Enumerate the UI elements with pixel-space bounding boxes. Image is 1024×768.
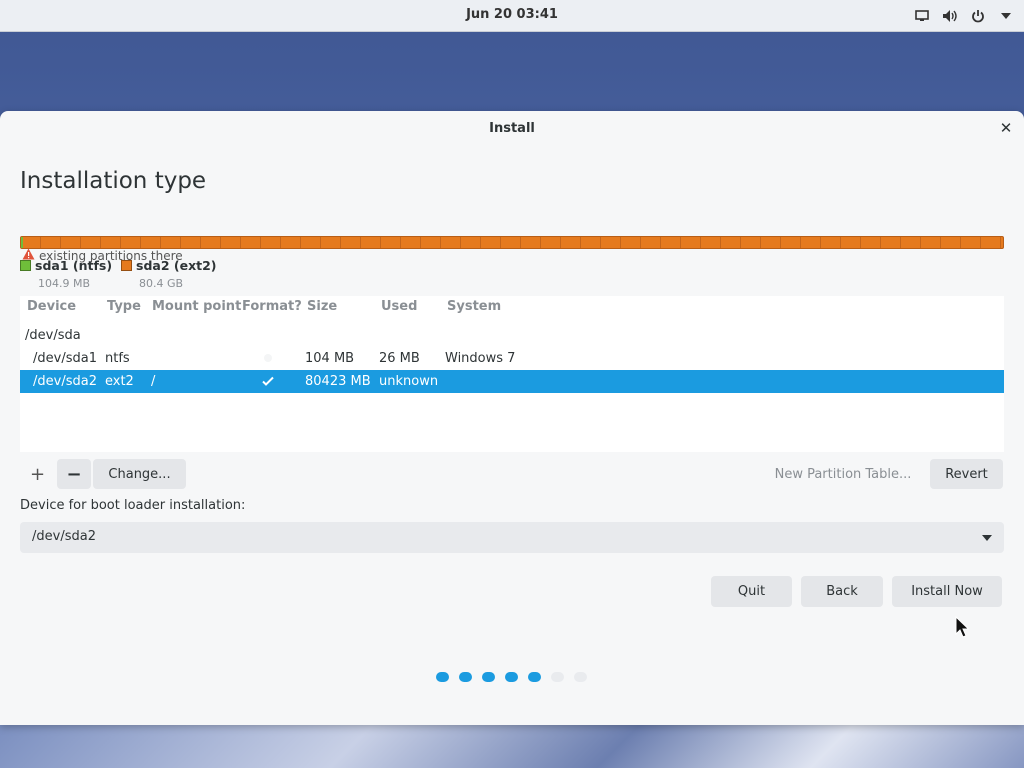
change-partition-button[interactable]: Change... — [93, 459, 186, 489]
table-header: Device Type Mount point Format? Size Use… — [20, 296, 1004, 324]
page-title: Installation type — [20, 168, 207, 194]
col-format[interactable]: Format? — [242, 299, 302, 314]
col-device[interactable]: Device — [27, 299, 76, 314]
cell-system: Windows 7 — [445, 351, 516, 366]
format-checkbox[interactable] — [261, 351, 275, 365]
bootloader-device-select[interactable]: /dev/sda2 — [20, 522, 1004, 553]
cell-type: ntfs — [105, 351, 130, 366]
format-checkbox[interactable] — [261, 374, 275, 388]
device-group: /dev/sda — [25, 328, 81, 343]
col-system[interactable]: System — [447, 299, 501, 314]
legend-name: sda1 (ntfs) — [35, 258, 113, 273]
remove-partition-button[interactable]: − — [57, 459, 91, 489]
col-size[interactable]: Size — [307, 299, 337, 314]
window-titlebar[interactable]: Install ✕ — [0, 111, 1024, 147]
volume-icon[interactable] — [942, 8, 958, 24]
partition-table[interactable]: Device Type Mount point Format? Size Use… — [20, 296, 1004, 452]
progress-dot — [482, 672, 495, 682]
col-used[interactable]: Used — [381, 299, 417, 314]
cell-used: unknown — [379, 374, 439, 389]
col-mount-point[interactable]: Mount point — [152, 299, 241, 314]
progress-dot — [551, 672, 564, 682]
chevron-down-icon — [982, 535, 992, 541]
progress-dot — [459, 672, 472, 682]
power-icon[interactable] — [970, 8, 986, 24]
col-type[interactable]: Type — [107, 299, 141, 314]
top-panel: Jun 20 03:41 — [0, 0, 1024, 32]
checkmark-icon — [262, 376, 274, 386]
legend-size: 104.9 MB — [38, 277, 91, 290]
legend-name: sda2 (ext2) — [136, 258, 217, 273]
window-title: Install — [489, 121, 535, 136]
system-tray — [914, 0, 1014, 32]
table-row[interactable]: /dev/sda2 ext2 / 80423 MB unknown — [20, 370, 1004, 393]
cell-used: 26 MB — [379, 351, 420, 366]
legend-item-sda2: sda2 (ext2) 80.4 GB — [121, 258, 217, 290]
progress-dot — [505, 672, 518, 682]
sda1-segment — [21, 237, 23, 248]
add-partition-button[interactable]: + — [20, 459, 55, 489]
back-button[interactable]: Back — [801, 576, 883, 607]
sda1-swatch — [20, 260, 31, 271]
progress-dot — [436, 672, 449, 682]
bootloader-label: Device for boot loader installation: — [20, 498, 246, 513]
table-row[interactable]: /dev/sda1 ntfs 104 MB 26 MB Windows 7 — [20, 347, 1004, 370]
progress-dot — [528, 672, 541, 682]
desktop-wallpaper — [0, 724, 1024, 768]
progress-dots — [436, 672, 587, 682]
new-partition-table-button[interactable]: New Partition Table... — [760, 459, 926, 489]
cell-size: 104 MB — [305, 351, 355, 366]
cell-device: /dev/sda2 — [33, 374, 97, 389]
progress-dot — [574, 672, 587, 682]
revert-button[interactable]: Revert — [930, 459, 1003, 489]
menu-down-icon[interactable] — [998, 8, 1014, 24]
cell-device: /dev/sda1 — [33, 351, 97, 366]
mouse-cursor-icon — [955, 616, 969, 638]
cell-mount: / — [151, 374, 156, 389]
cell-size: 80423 MB — [305, 374, 371, 389]
close-icon[interactable]: ✕ — [998, 120, 1014, 136]
cell-type: ext2 — [105, 374, 134, 389]
install-now-button[interactable]: Install Now — [892, 576, 1002, 607]
clock[interactable]: Jun 20 03:41 — [0, 0, 1024, 32]
legend-item-sda1: sda1 (ntfs) 104.9 MB — [20, 258, 112, 290]
display-icon[interactable] — [914, 8, 930, 24]
legend-size: 80.4 GB — [139, 277, 184, 290]
quit-button[interactable]: Quit — [711, 576, 792, 607]
table-row-group[interactable]: /dev/sda — [20, 324, 1004, 347]
installer-window: Install ✕ Installation type existing par… — [0, 111, 1024, 725]
sda2-swatch — [121, 260, 132, 271]
partition-legend: existing partitions there sda1 (ntfs) 10… — [20, 248, 620, 290]
bootloader-device-value: /dev/sda2 — [32, 529, 96, 544]
